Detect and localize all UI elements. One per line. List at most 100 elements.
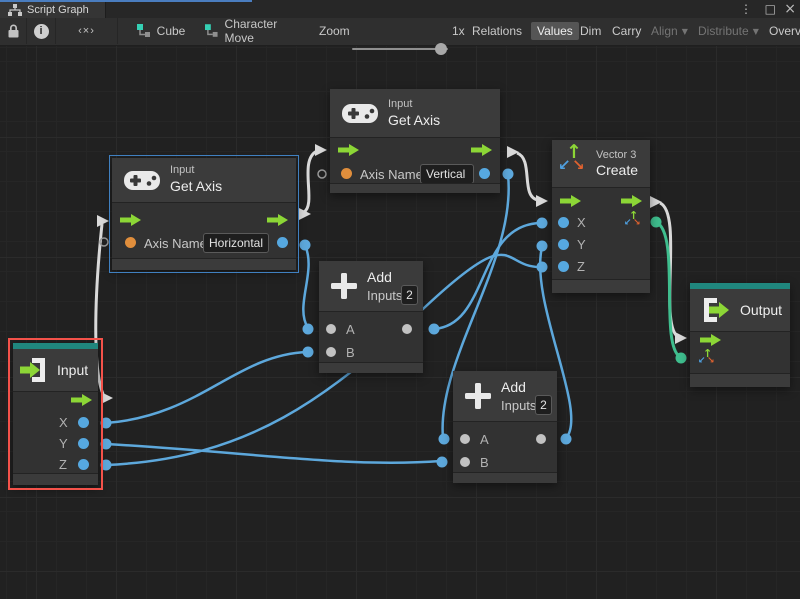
sum-port[interactable] (402, 324, 412, 334)
node-add-bottom[interactable]: Add Inputs 2 A B (453, 371, 557, 483)
node-title: Get Axis (388, 112, 440, 128)
flow-out-port[interactable] (267, 214, 288, 226)
inputs-label: Inputs (501, 398, 536, 413)
node-footer (690, 373, 790, 387)
input-header-strip (13, 343, 98, 349)
port-b[interactable] (326, 347, 336, 357)
result-port[interactable] (277, 237, 288, 248)
zoom-label: Zoom (319, 24, 350, 38)
port-a-label: A (480, 432, 489, 447)
axis-name-port[interactable] (125, 237, 136, 248)
graph-breadcrumb-character-move[interactable]: Character Move (205, 18, 307, 44)
port-b-label: B (346, 345, 355, 360)
dim-toggle[interactable]: Dim (574, 22, 607, 40)
lock-icon (8, 24, 19, 38)
node-category: Input (170, 164, 194, 176)
port-z[interactable] (558, 261, 569, 272)
maximize-button[interactable]: □ (765, 0, 776, 18)
node-header: Add Inputs 2 (319, 261, 423, 312)
node-footer (330, 183, 500, 193)
align-dropdown[interactable]: Align▼ (645, 22, 694, 40)
carry-toggle[interactable]: Carry (606, 22, 647, 40)
output-icon (700, 297, 730, 323)
close-button[interactable]: × (784, 0, 796, 18)
gamepad-icon (342, 102, 378, 125)
node-header: Input (13, 349, 98, 392)
graph-toolbar: i ‹×› Cube Character Move Zoom 1x Relati… (0, 18, 800, 46)
code-view-button[interactable]: ‹×› (56, 18, 118, 44)
node-footer (552, 279, 650, 293)
port-x[interactable] (558, 217, 569, 228)
inputs-count-field[interactable]: 2 (401, 285, 418, 305)
node-footer (13, 473, 98, 485)
sum-port[interactable] (536, 434, 546, 444)
graph-breadcrumb-cube[interactable]: Cube (122, 18, 200, 44)
port-z[interactable] (78, 459, 89, 470)
vector3-out-port[interactable]: ↑ ↙ ↘ (624, 212, 642, 230)
info-button[interactable]: i (27, 18, 56, 44)
node-graph-output[interactable]: Output ↑ ↙ ↘ (690, 283, 790, 387)
output-header-strip (690, 283, 790, 289)
node-add-top[interactable]: Add Inputs 2 A B (319, 261, 423, 373)
node-title: Create (596, 162, 638, 178)
node-title: Add (367, 269, 392, 285)
port-x-label: X (577, 215, 586, 230)
axis-name-label: Axis Name (144, 236, 207, 251)
node-category: Vector 3 (596, 149, 636, 161)
port-x-label: X (59, 415, 68, 430)
axis-name-field[interactable]: Vertical (420, 164, 474, 184)
node-title: Add (501, 379, 526, 395)
port-y[interactable] (558, 239, 569, 250)
gamepad-icon (124, 169, 160, 192)
port-a-label: A (346, 322, 355, 337)
node-footer (319, 362, 423, 373)
tab-bar: Script Graph ⋮ □ × (0, 0, 800, 18)
chevron-down-icon: ▼ (682, 27, 688, 36)
unity-script-graph-window: Input Get Axis Axis Name Vertical Input … (0, 0, 800, 599)
lock-button[interactable] (0, 18, 27, 44)
node-get-axis-vertical[interactable]: Input Get Axis Axis Name Vertical (330, 89, 500, 193)
flow-in-port[interactable] (700, 334, 721, 346)
flow-in-port[interactable] (560, 195, 581, 207)
port-y[interactable] (78, 438, 89, 449)
port-a[interactable] (460, 434, 470, 444)
info-icon: i (34, 24, 49, 39)
distribute-dropdown[interactable]: Distribute▼ (692, 22, 765, 40)
vector3-icon: ↑ ↙ ↘ (558, 146, 590, 178)
port-a[interactable] (326, 324, 336, 334)
plus-icon (330, 272, 358, 300)
tab-script-graph[interactable]: Script Graph (0, 2, 106, 18)
flow-out-port[interactable] (621, 195, 642, 207)
overview-button[interactable]: Overv (763, 22, 800, 40)
axis-name-label: Axis Name (360, 167, 423, 182)
port-z-label: Z (577, 259, 585, 274)
node-category: Input (388, 98, 412, 110)
tab-title: Script Graph (27, 4, 89, 16)
flow-in-port[interactable] (338, 144, 359, 156)
plus-icon (464, 382, 492, 410)
zoom-slider-handle[interactable] (435, 43, 447, 55)
port-z-label: Z (59, 457, 67, 472)
relations-toggle[interactable]: Relations (466, 22, 528, 40)
flow-out-port[interactable] (71, 394, 92, 406)
node-header: Add Inputs 2 (453, 371, 557, 422)
node-title: Input (57, 362, 88, 378)
inputs-count-field[interactable]: 2 (535, 395, 552, 415)
port-y-label: Y (59, 436, 68, 451)
flow-in-port[interactable] (120, 214, 141, 226)
node-vector3-create[interactable]: ↑ ↙ ↘ Vector 3 Create X ↑ ↙ ↘ Y Z (552, 140, 650, 293)
axis-name-port[interactable] (341, 168, 352, 179)
port-b[interactable] (460, 457, 470, 467)
flow-out-port[interactable] (471, 144, 492, 156)
node-footer (453, 472, 557, 483)
zoom-slider-track[interactable] (352, 48, 448, 50)
port-y-label: Y (577, 237, 586, 252)
node-graph-input[interactable]: Input X Y Z (13, 343, 98, 485)
values-toggle[interactable]: Values (531, 22, 579, 40)
window-menu-button[interactable]: ⋮ (740, 0, 752, 18)
port-x[interactable] (78, 417, 89, 428)
vector-in-port[interactable]: ↑ ↙ ↘ (698, 350, 716, 368)
result-port[interactable] (479, 168, 490, 179)
axis-name-field[interactable]: Horizontal (203, 233, 269, 253)
node-get-axis-horizontal[interactable]: Input Get Axis Axis Name Horizontal (112, 158, 296, 270)
